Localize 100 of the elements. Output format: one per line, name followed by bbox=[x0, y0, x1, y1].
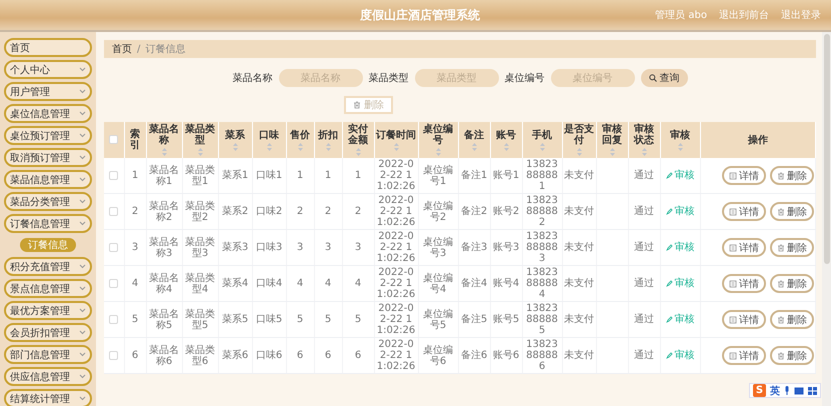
sidebar-item[interactable]: 景点信息管理 bbox=[4, 279, 92, 298]
sidebar-item[interactable]: 部门信息管理 bbox=[4, 345, 92, 364]
column-header[interactable]: 手机 bbox=[522, 122, 562, 158]
checkbox[interactable] bbox=[109, 278, 118, 288]
column-header[interactable]: 菜品类型 bbox=[182, 122, 218, 158]
ime-mode[interactable]: 英 bbox=[770, 384, 780, 398]
sort-icon[interactable] bbox=[576, 148, 582, 156]
delete-button[interactable]: 删除 bbox=[770, 346, 814, 365]
table-cell: 账号1 bbox=[490, 158, 522, 194]
sort-icon[interactable] bbox=[266, 142, 272, 150]
breadcrumb-item[interactable]: 首页 bbox=[112, 42, 132, 56]
delete-button[interactable]: 删除 bbox=[770, 166, 814, 185]
delete-button[interactable]: 删除 bbox=[770, 238, 814, 257]
sidebar-item[interactable]: 供应信息管理 bbox=[4, 367, 92, 386]
delete-button[interactable]: 删除 bbox=[770, 202, 814, 221]
checkbox[interactable] bbox=[109, 314, 118, 324]
column-header[interactable]: 售价 bbox=[286, 122, 314, 158]
keyboard-icon[interactable] bbox=[794, 386, 804, 394]
table-cell: 3 bbox=[124, 230, 146, 266]
table-cell bbox=[596, 158, 628, 194]
column-header[interactable]: 口味 bbox=[252, 122, 286, 158]
sort-icon[interactable] bbox=[162, 148, 166, 156]
sidebar-item[interactable]: 桌位预订管理 bbox=[4, 126, 92, 145]
column-header[interactable]: 折扣 bbox=[314, 122, 342, 158]
table-cell: 菜品类型5 bbox=[182, 302, 218, 338]
microphone-icon[interactable] bbox=[784, 386, 790, 395]
checkbox[interactable] bbox=[109, 350, 118, 360]
details-button[interactable]: 详情 bbox=[722, 274, 766, 293]
sort-icon[interactable] bbox=[472, 142, 476, 150]
table-cell: 菜系1 bbox=[218, 158, 252, 194]
sidebar-item[interactable]: 菜品信息管理 bbox=[4, 170, 92, 189]
details-button[interactable]: 详情 bbox=[722, 166, 766, 185]
sort-icon[interactable] bbox=[504, 142, 508, 150]
sort-icon[interactable] bbox=[198, 148, 202, 156]
column-header[interactable]: 审核 bbox=[660, 122, 700, 158]
column-header[interactable]: 订餐时间 bbox=[374, 122, 418, 158]
checkbox[interactable] bbox=[109, 206, 118, 216]
table-cell: 桌位编号2 bbox=[418, 194, 458, 230]
breadcrumb-separator: / bbox=[137, 44, 140, 54]
column-header[interactable]: 实付金额 bbox=[342, 122, 374, 158]
sidebar-item[interactable]: 积分充值管理 bbox=[4, 257, 92, 276]
sort-icon[interactable] bbox=[394, 142, 398, 150]
table-cell: 菜品类型2 bbox=[182, 194, 218, 230]
details-button[interactable]: 详情 bbox=[722, 202, 766, 221]
chevron-down-icon bbox=[79, 221, 86, 226]
search-button[interactable]: 查询 bbox=[640, 69, 688, 87]
table-cell: 桌位编号4 bbox=[418, 266, 458, 302]
details-button[interactable]: 详情 bbox=[722, 238, 766, 257]
sort-icon[interactable] bbox=[232, 142, 238, 150]
column-header[interactable]: 桌位编号 bbox=[418, 122, 458, 158]
sort-icon[interactable] bbox=[540, 142, 544, 150]
grid-icon[interactable] bbox=[808, 386, 817, 394]
sort-icon[interactable] bbox=[610, 148, 614, 156]
chevron-down-icon bbox=[79, 374, 86, 379]
sidebar-item[interactable]: 菜品分类管理 bbox=[4, 192, 92, 211]
sort-icon[interactable] bbox=[298, 142, 302, 150]
delete-button[interactable]: 删除 bbox=[770, 310, 814, 329]
sort-icon[interactable] bbox=[436, 148, 440, 156]
table-cell: 2022-02-22 11:02:26 bbox=[374, 266, 418, 302]
table-cell: 菜品名称2 bbox=[146, 194, 182, 230]
table-cell: 1 bbox=[124, 158, 146, 194]
column-header[interactable]: 备注 bbox=[458, 122, 490, 158]
sort-icon[interactable] bbox=[356, 148, 360, 156]
table-cell: 2022-02-22 11:02:26 bbox=[374, 194, 418, 230]
sidebar-item[interactable]: 首页 bbox=[4, 38, 92, 57]
details-button[interactable]: 详情 bbox=[722, 346, 766, 365]
table-cell: 菜系6 bbox=[218, 338, 252, 374]
column-header[interactable]: 菜系 bbox=[218, 122, 252, 158]
table-cell: 6 bbox=[124, 338, 146, 374]
sidebar-item[interactable]: 取消预订管理 bbox=[4, 148, 92, 167]
table-cell: 4 bbox=[286, 266, 314, 302]
scrollbar[interactable] bbox=[822, 32, 831, 406]
sidebar-item[interactable]: 桌位信息管理 bbox=[4, 104, 92, 123]
sidebar-item[interactable]: 最优方案管理 bbox=[4, 301, 92, 320]
table-cell: 备注2 bbox=[458, 194, 490, 230]
sidebar-item[interactable]: 个人中心 bbox=[4, 60, 92, 79]
details-button[interactable]: 详情 bbox=[722, 310, 766, 329]
chevron-down-icon bbox=[79, 352, 86, 357]
sort-icon[interactable] bbox=[678, 142, 682, 150]
table-cell: 2022-02-22 11:02:26 bbox=[374, 302, 418, 338]
checkbox[interactable] bbox=[109, 170, 118, 180]
sort-icon[interactable] bbox=[326, 142, 330, 150]
document-icon bbox=[729, 316, 737, 324]
sort-icon[interactable] bbox=[642, 148, 646, 156]
table-cell: 账号6 bbox=[490, 338, 522, 374]
checkbox[interactable] bbox=[109, 135, 118, 144]
column-header[interactable]: 是否支付 bbox=[562, 122, 596, 158]
column-header[interactable]: 审核状态 bbox=[628, 122, 660, 158]
table-cell: 菜系3 bbox=[218, 230, 252, 266]
sidebar-item[interactable]: 用户管理 bbox=[4, 82, 92, 101]
sidebar-item[interactable]: 会员折扣管理 bbox=[4, 323, 92, 342]
table-cell: 1 bbox=[342, 158, 374, 194]
column-header[interactable]: 账号 bbox=[490, 122, 522, 158]
chevron-down-icon bbox=[79, 89, 86, 94]
column-header[interactable]: 审核回复 bbox=[596, 122, 628, 158]
checkbox[interactable] bbox=[109, 242, 118, 252]
sidebar-item[interactable]: 订餐信息管理 bbox=[4, 214, 92, 233]
column-header[interactable]: 菜品名称 bbox=[146, 122, 182, 158]
sidebar-item[interactable]: 结算统计管理 bbox=[4, 389, 92, 406]
delete-button[interactable]: 删除 bbox=[770, 274, 814, 293]
